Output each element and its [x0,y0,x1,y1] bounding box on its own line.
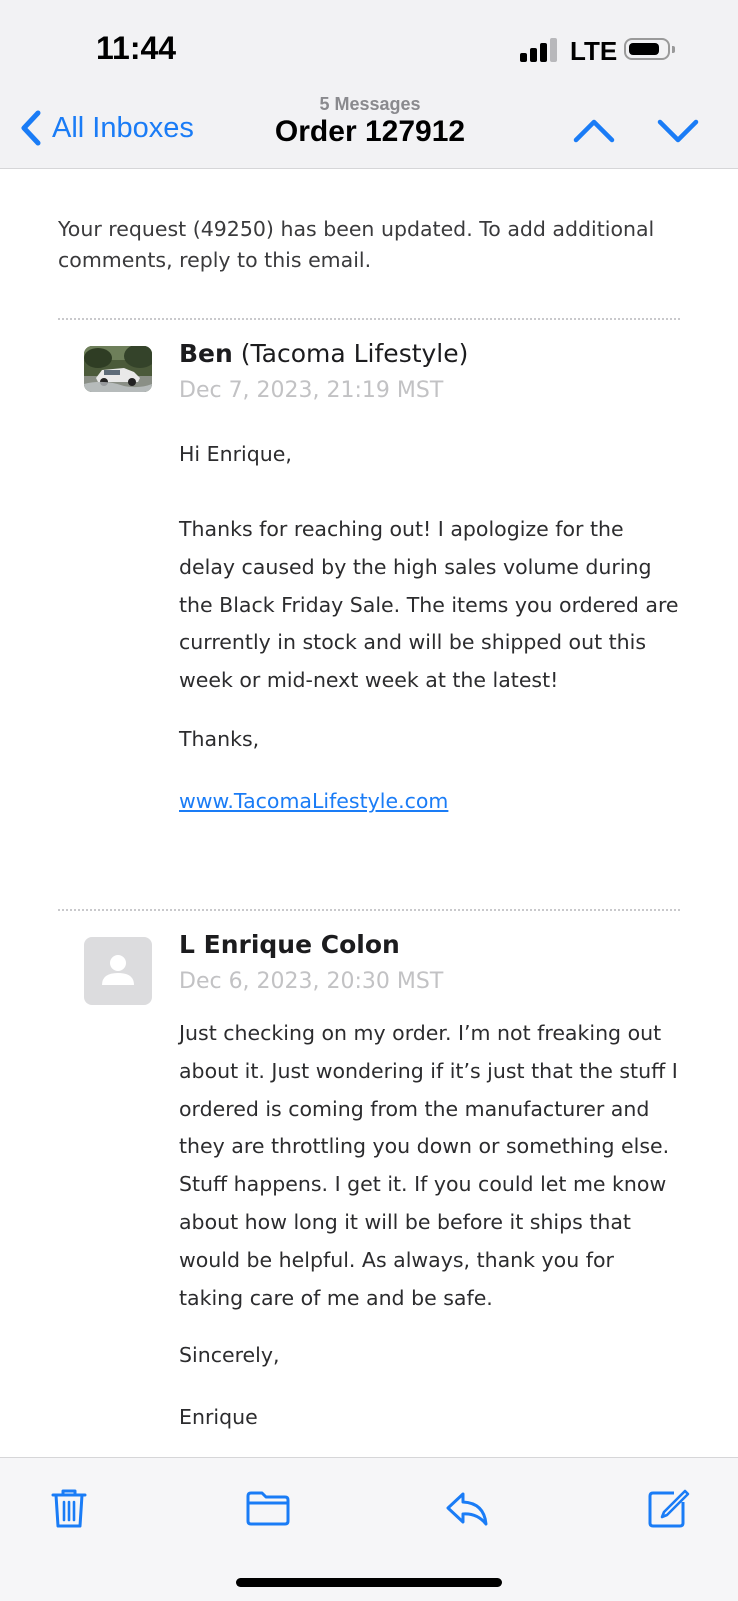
back-button-label: All Inboxes [52,111,194,144]
website-link[interactable]: www.TacomaLifestyle.com [179,789,448,813]
chevron-up-icon [573,119,615,143]
message-link-row: www.TacomaLifestyle.com [179,783,684,821]
signal-icon [520,38,558,62]
thread-intro: Your request (49250) has been updated. T… [58,217,655,272]
page-title: Order 127912 [274,115,466,148]
message-divider [58,318,680,320]
sender-org: (Tacoma Lifestyle) [240,339,469,368]
avatar[interactable] [84,937,152,1005]
sender-full-name: L Enrique Colon [179,930,400,959]
trash-icon [51,1489,87,1528]
back-button[interactable]: All Inboxes [20,108,194,148]
move-to-folder-button[interactable] [244,1484,292,1532]
message-greeting: Hi Enrique, [179,442,292,466]
message-count: 5 Messages [319,94,421,114]
message-date: Dec 6, 2023, 20:30 MST [179,969,444,994]
email-thread[interactable]: Your request (49250) has been updated. T… [0,169,738,1457]
message-paragraph: Thanks for reaching out! I apologize for… [179,517,679,693]
battery-icon [624,38,675,60]
sender-first-name: Ben [179,339,233,368]
message-divider [58,909,680,911]
message-signature: Enrique [179,1405,258,1429]
sender-name: L Enrique Colon [179,930,400,959]
truck-photo-icon [84,346,152,392]
reply-icon [446,1492,488,1526]
sender-name: Ben (Tacoma Lifestyle) [179,339,468,368]
person-placeholder-icon [102,955,134,985]
status-time: 11:44 [96,30,177,66]
previous-message-button[interactable] [572,110,616,150]
message-paragraph: Just checking on my order. I’m not freak… [179,1021,678,1310]
trash-button[interactable] [45,1484,93,1532]
next-message-button[interactable] [656,110,700,150]
chevron-left-icon [21,110,41,146]
compose-icon [648,1489,690,1528]
avatar[interactable] [84,346,152,392]
message-signoff: Sincerely, [179,1343,280,1367]
message-date: Dec 7, 2023, 21:19 MST [179,378,444,403]
folder-icon [246,1491,290,1526]
nav-bar: All Inboxes 5 Messages Order 127912 [0,90,738,169]
status-bar: 11:44 LTE [0,0,738,90]
reply-button[interactable] [443,1484,491,1532]
chevron-down-icon [657,119,699,143]
compose-button[interactable] [644,1484,692,1532]
nav-title-group: 5 Messages Order 127912 [260,94,480,149]
message-signoff: Thanks, [179,727,260,751]
network-label: LTE [570,36,618,66]
home-indicator[interactable] [236,1578,502,1587]
